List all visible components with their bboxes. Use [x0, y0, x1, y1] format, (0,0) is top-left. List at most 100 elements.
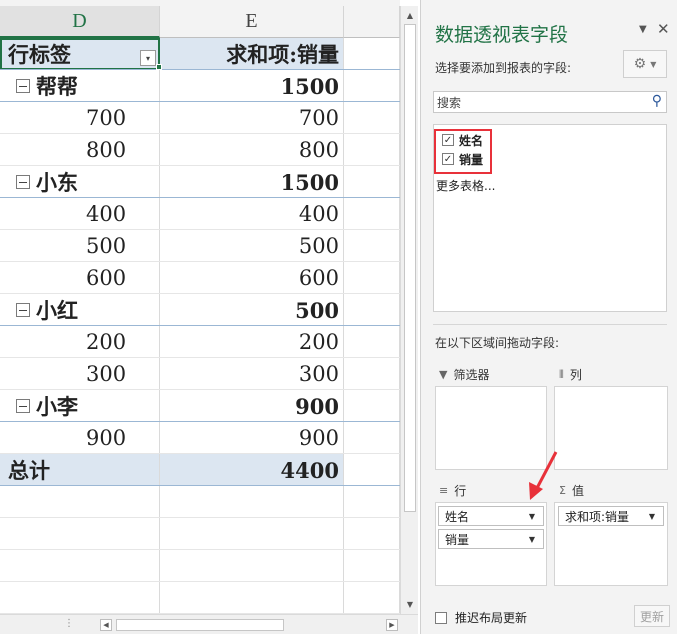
update-button[interactable]: 更新 [634, 605, 670, 627]
empty-cell[interactable] [344, 134, 400, 166]
empty-cell[interactable] [160, 486, 344, 518]
rows-drop-area[interactable]: 姓名 ▼ 销量 ▼ [435, 502, 547, 586]
scroll-right-icon[interactable]: ▶ [386, 619, 398, 631]
detail-label-cell[interactable]: 700 [0, 102, 160, 134]
pivot-total-row[interactable]: 总计 4400 [0, 454, 400, 486]
empty-cell[interactable] [344, 326, 400, 358]
pivot-group-row[interactable]: 小李 900 [0, 390, 400, 422]
pivot-detail-row[interactable]: 800 800 [0, 134, 400, 166]
detail-label-cell[interactable]: 900 [0, 422, 160, 454]
detail-label-cell[interactable]: 400 [0, 198, 160, 230]
detail-value-cell[interactable]: 200 [160, 326, 344, 358]
empty-row[interactable] [0, 518, 400, 550]
horizontal-scrollbar[interactable]: ⋮ ◀ ▶ [0, 614, 418, 634]
pivot-detail-row[interactable]: 300 300 [0, 358, 400, 390]
scroll-down-icon[interactable]: ▼ [404, 598, 416, 610]
column-header-f[interactable] [344, 6, 400, 38]
checkbox-checked-icon[interactable]: ✓ [442, 153, 454, 165]
total-label-cell[interactable]: 总计 [0, 454, 160, 486]
filters-drop-area[interactable] [435, 386, 547, 470]
checkbox-icon[interactable] [435, 611, 447, 624]
group-label-cell[interactable]: 小东 [0, 166, 160, 198]
detail-value-cell[interactable]: 900 [160, 422, 344, 454]
scroll-left-icon[interactable]: ◀ [100, 619, 112, 631]
split-handle-icon[interactable]: ⋮ [64, 618, 74, 629]
more-tables-link[interactable]: 更多表格... [436, 177, 495, 194]
empty-cell[interactable] [344, 358, 400, 390]
vertical-scrollbar[interactable]: ▲ ▼ [400, 6, 418, 614]
pivot-group-row[interactable]: 小红 500 [0, 294, 400, 326]
empty-row[interactable] [0, 486, 400, 518]
empty-cell[interactable] [344, 294, 400, 326]
detail-value-cell[interactable]: 800 [160, 134, 344, 166]
empty-cell[interactable] [344, 198, 400, 230]
empty-cell[interactable] [344, 38, 400, 70]
group-value-cell[interactable]: 500 [160, 294, 344, 326]
pivot-header-row[interactable]: 行标签 ▾ 求和项:销量 [0, 38, 400, 70]
empty-cell[interactable] [0, 550, 160, 582]
empty-cell[interactable] [344, 262, 400, 294]
tools-button[interactable]: ⚙ ▼ [623, 50, 667, 78]
row-labels-cell[interactable]: 行标签 ▾ [0, 38, 160, 70]
chevron-down-icon[interactable]: ▼ [529, 512, 535, 521]
empty-cell[interactable] [344, 230, 400, 262]
pivot-detail-row[interactable]: 700 700 [0, 102, 400, 134]
detail-value-cell[interactable]: 700 [160, 102, 344, 134]
empty-cell[interactable] [344, 390, 400, 422]
empty-cell[interactable] [344, 422, 400, 454]
empty-row[interactable] [0, 550, 400, 582]
total-value-cell[interactable]: 4400 [160, 454, 344, 486]
group-value-cell[interactable]: 1500 [160, 70, 344, 102]
empty-cell[interactable] [344, 582, 400, 614]
pivot-detail-row[interactable]: 600 600 [0, 262, 400, 294]
horizontal-scroll-thumb[interactable] [116, 619, 284, 631]
empty-cell[interactable] [160, 518, 344, 550]
detail-value-cell[interactable]: 600 [160, 262, 344, 294]
group-label-cell[interactable]: 小红 [0, 294, 160, 326]
pane-menu-icon[interactable]: ▼ [639, 24, 647, 35]
empty-cell[interactable] [0, 582, 160, 614]
detail-value-cell[interactable]: 400 [160, 198, 344, 230]
search-icon[interactable]: ⚲ [652, 93, 662, 109]
empty-cell[interactable] [0, 486, 160, 518]
empty-cell[interactable] [344, 518, 400, 550]
empty-cell[interactable] [344, 102, 400, 134]
empty-cell[interactable] [160, 582, 344, 614]
detail-label-cell[interactable]: 600 [0, 262, 160, 294]
collapse-icon[interactable] [16, 399, 30, 413]
sum-header-cell[interactable]: 求和项:销量 [160, 38, 344, 70]
detail-label-cell[interactable]: 200 [0, 326, 160, 358]
detail-label-cell[interactable]: 800 [0, 134, 160, 166]
empty-cell[interactable] [0, 518, 160, 550]
group-label-cell[interactable]: 帮帮 [0, 70, 160, 102]
column-header-d[interactable]: D [0, 6, 160, 38]
empty-cell[interactable] [344, 166, 400, 198]
column-header-e[interactable]: E [160, 6, 344, 38]
empty-cell[interactable] [160, 550, 344, 582]
defer-update-option[interactable]: 推迟布局更新 [435, 609, 527, 626]
vertical-scroll-thumb[interactable] [404, 24, 416, 512]
chevron-down-icon[interactable]: ▼ [649, 512, 655, 521]
values-drop-area[interactable]: 求和项:销量 ▼ [554, 502, 668, 586]
rows-field-pill[interactable]: 销量 ▼ [438, 529, 544, 549]
search-input[interactable] [434, 93, 634, 113]
pivot-detail-row[interactable]: 400 400 [0, 198, 400, 230]
empty-cell[interactable] [344, 454, 400, 486]
fill-handle[interactable] [156, 64, 162, 70]
values-field-pill[interactable]: 求和项:销量 ▼ [558, 506, 664, 526]
field-item-sales[interactable]: ✓ 销量 [442, 150, 483, 168]
detail-value-cell[interactable]: 500 [160, 230, 344, 262]
checkbox-checked-icon[interactable]: ✓ [442, 134, 454, 146]
collapse-icon[interactable] [16, 79, 30, 93]
pivot-group-row[interactable]: 帮帮 1500 [0, 70, 400, 102]
empty-row[interactable] [0, 582, 400, 614]
empty-cell[interactable] [344, 486, 400, 518]
detail-value-cell[interactable]: 300 [160, 358, 344, 390]
close-icon[interactable]: ✕ [657, 20, 670, 38]
field-item-name[interactable]: ✓ 姓名 [442, 131, 483, 149]
pivot-detail-row[interactable]: 200 200 [0, 326, 400, 358]
field-search[interactable]: ⚲ [433, 91, 667, 113]
detail-label-cell[interactable]: 300 [0, 358, 160, 390]
columns-drop-area[interactable] [554, 386, 668, 470]
pivot-detail-row[interactable]: 500 500 [0, 230, 400, 262]
